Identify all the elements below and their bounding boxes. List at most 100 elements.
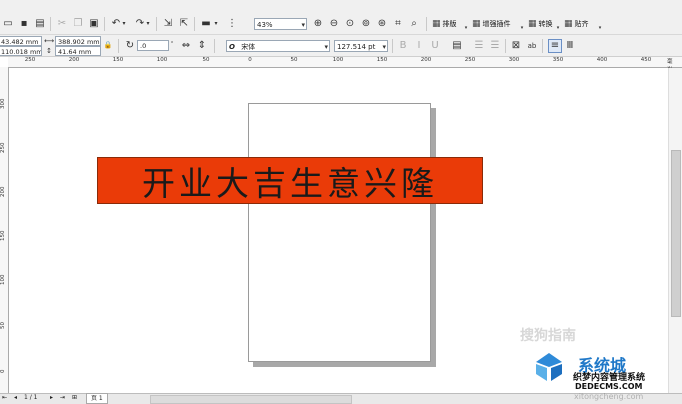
vertical-scrollbar[interactable]: [668, 68, 682, 393]
vertical-text-icon[interactable]: Ⅲ: [564, 40, 576, 52]
ruler-label: 350: [552, 57, 564, 63]
y-position-field[interactable]: 110.018 mm: [0, 46, 42, 56]
banner-rectangle[interactable]: 开业大吉生意兴隆: [97, 157, 483, 204]
vertical-ruler[interactable]: 300 250 200 150 100 50 0: [0, 67, 9, 393]
launcher-dropdown-icon[interactable]: ▾: [212, 18, 220, 30]
layout-icon: ▦: [432, 19, 441, 29]
snap-icon: ▦: [564, 19, 573, 29]
undo-dropdown-icon[interactable]: ▾: [120, 18, 128, 30]
mirror-vertical-icon[interactable]: ⇕: [196, 40, 208, 52]
zoom-selected-icon[interactable]: ⊙: [344, 18, 356, 30]
layout-dropdown-icon[interactable]: ▾: [463, 22, 469, 34]
font-family-select[interactable]: O 宋体 ▾: [226, 40, 330, 52]
ruler-label: 0: [0, 369, 6, 374]
open-icon[interactable]: ▭: [2, 18, 14, 30]
horizontal-ruler[interactable]: 250 200 150 100 50 0 50 100 150 200 250 …: [8, 57, 682, 73]
page-tab[interactable]: 页 1: [86, 393, 108, 404]
snap-button[interactable]: ▦ 贴齐: [564, 17, 589, 31]
banner-text[interactable]: 开业大吉生意兴隆: [142, 157, 438, 205]
edit-text-icon[interactable]: ab: [526, 40, 538, 52]
ruler-label: 450: [640, 57, 652, 63]
toolbar-separator: [50, 17, 51, 31]
zoom-level-value: 43%: [257, 21, 273, 29]
watermark-search-brand: 搜狗指南: [520, 328, 576, 344]
zoom-all-objects-icon[interactable]: ⊚: [360, 18, 372, 30]
next-page-icon[interactable]: ▸: [50, 394, 53, 401]
opentype-font-icon: O: [229, 43, 235, 51]
ruler-label: 150: [0, 230, 6, 242]
ruler-label: 300: [0, 98, 6, 110]
zoom-level-select[interactable]: 43% ▾: [254, 18, 307, 30]
width-icon: ⟷: [44, 37, 55, 45]
text-align-icon[interactable]: ▤: [451, 40, 463, 52]
height-field[interactable]: 41.64 mm: [55, 46, 101, 56]
enhance-plugin-icon: ▦: [472, 19, 481, 29]
ruler-label: 100: [0, 274, 6, 286]
bullet-list-icon[interactable]: ☰: [473, 40, 485, 52]
font-family-value: 宋体: [241, 43, 256, 51]
convert-icon: ▦: [528, 19, 537, 29]
first-page-icon[interactable]: ⇤: [2, 394, 7, 401]
convert-button[interactable]: ▦ 转换: [528, 17, 553, 31]
import-icon[interactable]: ⇲: [162, 18, 174, 30]
welcome-screen-icon[interactable]: ⋮: [226, 18, 238, 30]
toolbar-separator: [156, 17, 157, 31]
font-size-value: 127.514 pt: [337, 43, 376, 51]
x-position-field[interactable]: 43.482 mm: [0, 36, 42, 46]
ruler-label: 200: [0, 186, 6, 198]
toolbar-separator: [118, 39, 119, 53]
chevron-down-icon: ▾: [301, 21, 305, 29]
ruler-label: 50: [0, 322, 6, 329]
lock-ratio-icon[interactable]: 🔒: [103, 40, 113, 50]
chevron-down-icon: ▾: [324, 43, 328, 51]
enhance-plugin-button[interactable]: ▦ 增强插件: [472, 17, 511, 31]
rotation-icon: ↻: [125, 40, 135, 51]
paste-icon[interactable]: ▣: [88, 18, 100, 30]
zoom-out-icon[interactable]: ⊖: [328, 18, 340, 30]
toolbar-separator: [505, 39, 506, 53]
bold-icon[interactable]: B: [397, 40, 409, 52]
horizontal-text-icon[interactable]: ≡: [548, 39, 562, 53]
ruler-label: 0: [248, 57, 252, 63]
ruler-label: 50: [290, 57, 298, 63]
zoom-page-width-icon[interactable]: ⌗: [392, 18, 404, 30]
document-page[interactable]: [248, 103, 431, 362]
ruler-label: 250: [24, 57, 36, 63]
ruler-label: 200: [420, 57, 432, 63]
redo-dropdown-icon[interactable]: ▾: [144, 18, 152, 30]
copy-icon[interactable]: ❐: [72, 18, 84, 30]
snap-dropdown-icon[interactable]: ▾: [597, 22, 603, 34]
convert-dropdown-icon[interactable]: ▾: [555, 22, 561, 34]
snap-button-label: 贴齐: [574, 20, 589, 28]
underline-icon[interactable]: U: [429, 40, 441, 52]
layout-button[interactable]: ▦ 排版: [432, 17, 457, 31]
font-size-select[interactable]: 127.514 pt ▾: [334, 40, 388, 52]
enhance-plugin-button-label: 增强插件: [482, 20, 511, 28]
zoom-page-height-icon[interactable]: ⌕: [408, 18, 420, 30]
save-icon[interactable]: ▪: [18, 18, 30, 30]
degree-icon: °: [170, 41, 174, 47]
width-field[interactable]: 388.902 mm: [55, 36, 101, 46]
print-icon[interactable]: ▤: [34, 18, 46, 30]
cut-icon[interactable]: ✂: [56, 18, 68, 30]
rotation-angle-field[interactable]: .0: [137, 40, 169, 51]
layout-button-label: 排版: [442, 20, 457, 28]
drop-cap-icon[interactable]: ☰: [489, 40, 501, 52]
add-page-icon[interactable]: ⊞: [72, 394, 77, 401]
vertical-scrollbar-thumb[interactable]: [671, 150, 681, 317]
italic-icon[interactable]: I: [413, 40, 425, 52]
previous-page-icon[interactable]: ◂: [14, 394, 17, 401]
toolbar-separator: [426, 17, 427, 31]
text-properties-icon[interactable]: ⊠: [510, 40, 522, 52]
zoom-in-icon[interactable]: ⊕: [312, 18, 324, 30]
export-icon[interactable]: ⇱: [178, 18, 190, 30]
zoom-page-icon[interactable]: ⊛: [376, 18, 388, 30]
application-launcher-icon[interactable]: ▬: [200, 18, 212, 30]
ruler-label: 250: [0, 142, 6, 154]
toolbar-separator: [214, 39, 215, 53]
plugin-dropdown-icon[interactable]: ▾: [519, 22, 525, 34]
toolbar-separator: [194, 17, 195, 31]
mirror-horizontal-icon[interactable]: ⇔: [180, 40, 192, 52]
last-page-icon[interactable]: ⇥: [60, 394, 65, 401]
chevron-down-icon: ▾: [382, 43, 386, 51]
